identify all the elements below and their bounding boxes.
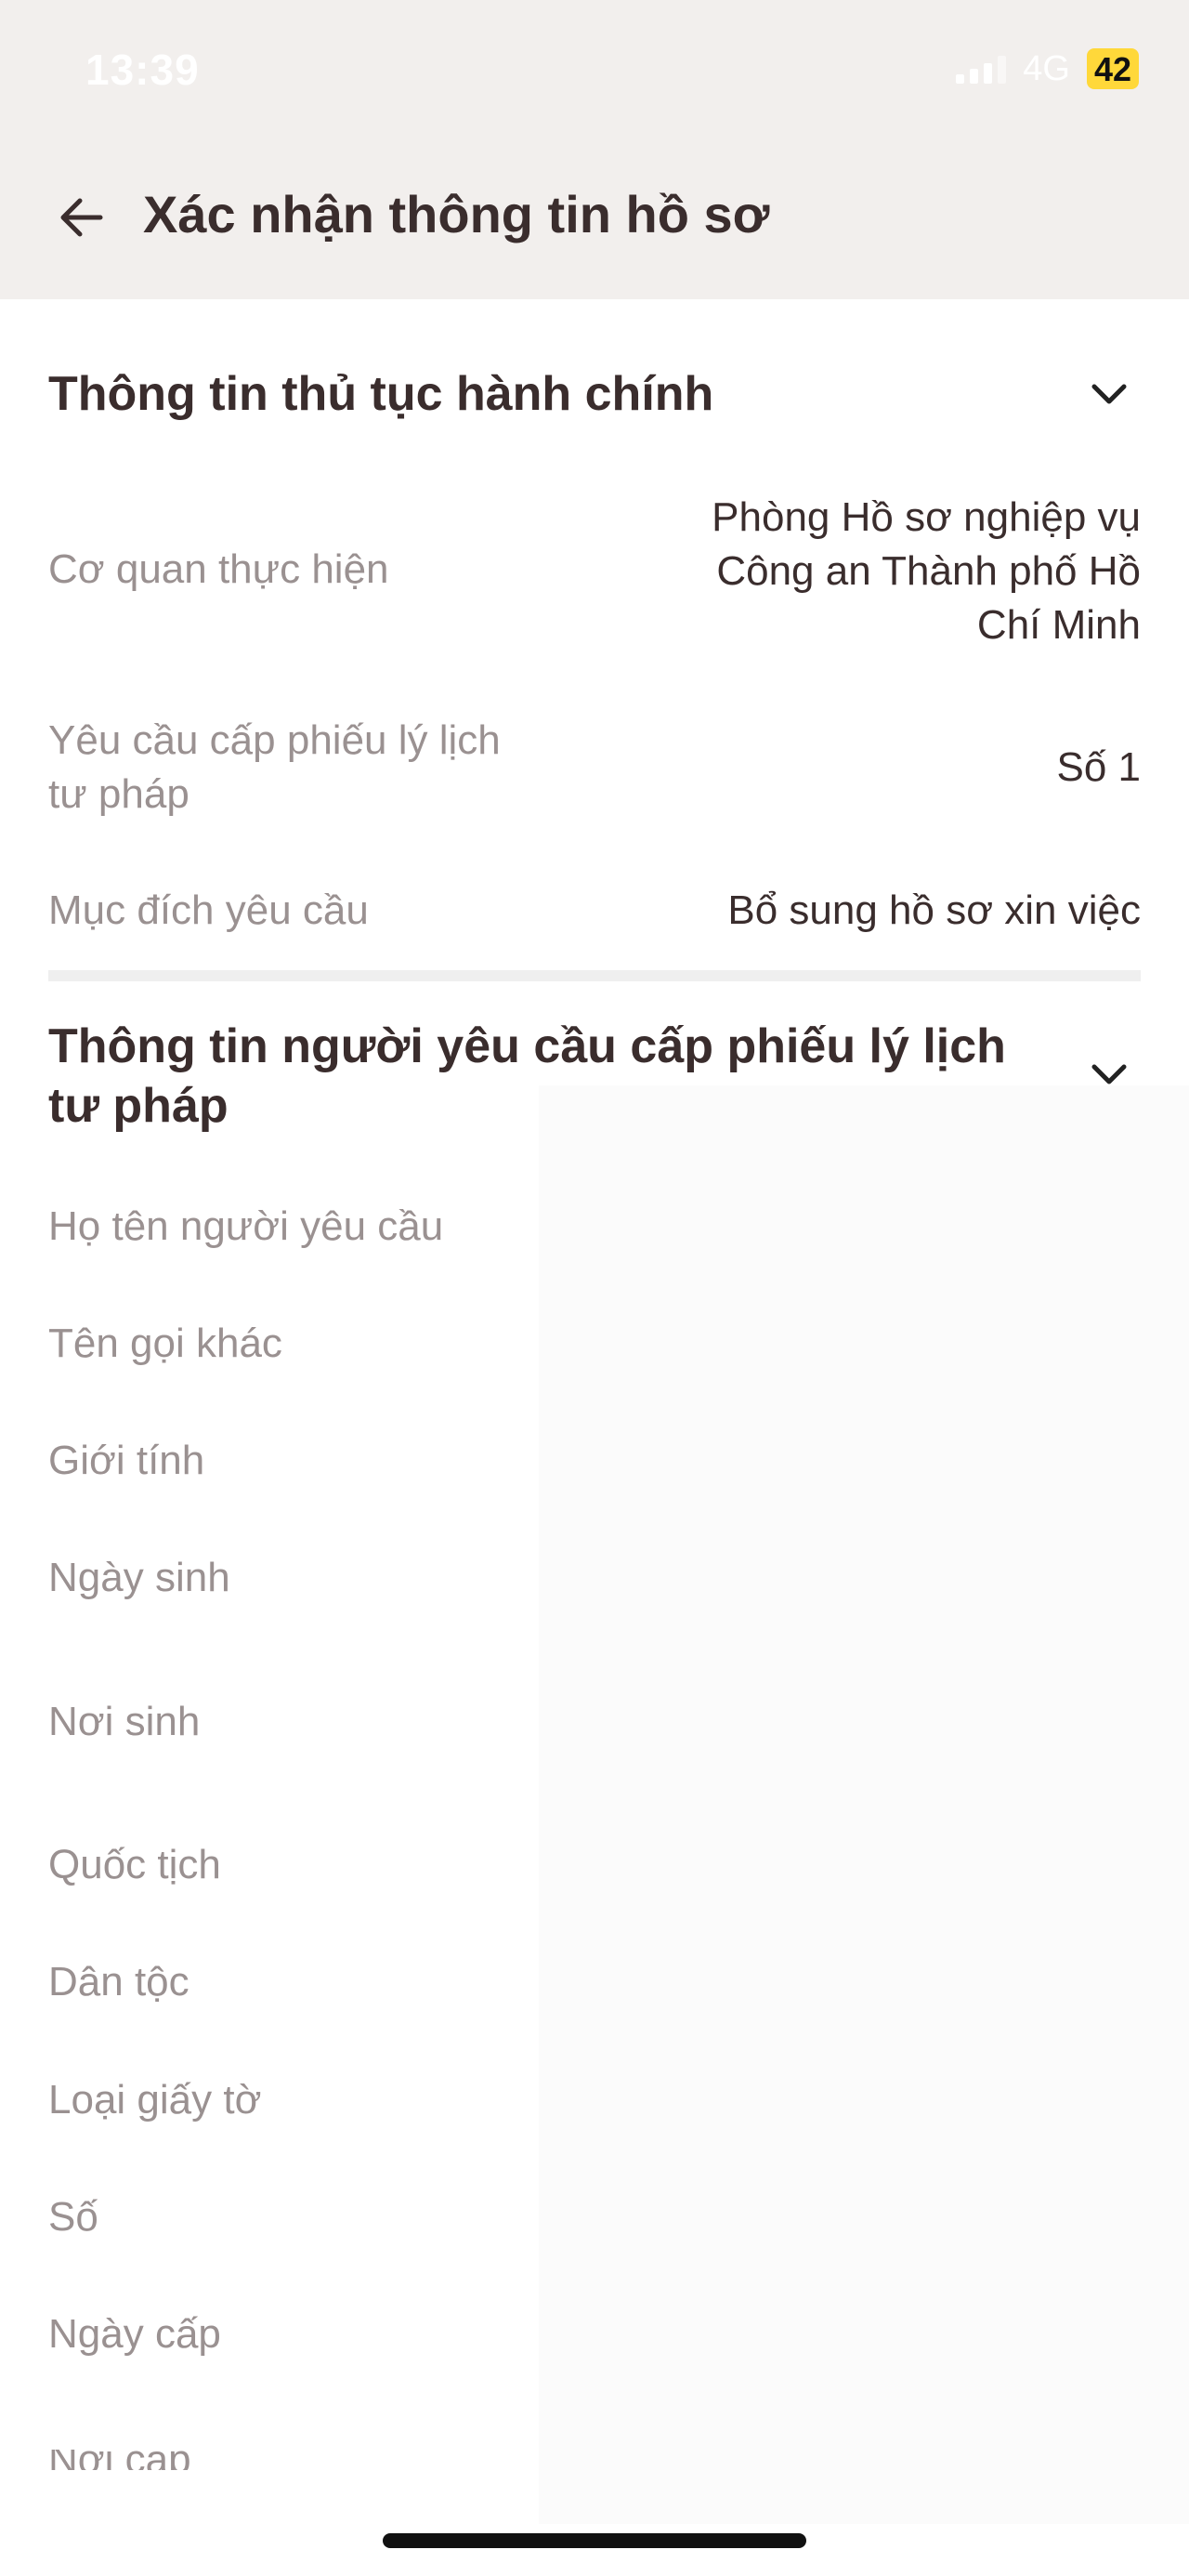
field-label-purpose: Mục đích yêu cầu bbox=[48, 887, 369, 933]
field-label-alias: Tên gọi khác bbox=[48, 1321, 282, 1366]
app-header: 13:39 4G 42 Xác nhận thông tin hồ sơ bbox=[0, 0, 1189, 299]
screen: 13:39 4G 42 Xác nhận thông tin hồ sơ Thô… bbox=[0, 0, 1189, 2576]
battery-level: 42 bbox=[1086, 48, 1139, 89]
network-label: 4G bbox=[1023, 48, 1070, 88]
chevron-down-icon[interactable] bbox=[1087, 372, 1131, 416]
field-label-request-type: Yêu cầu cấp phiếu lý lịch tư pháp bbox=[48, 714, 501, 821]
field-value-request-type: Số 1 bbox=[1056, 744, 1141, 790]
cut-label-text: Nơi cấp bbox=[48, 2450, 191, 2470]
signal-icon bbox=[956, 54, 1007, 84]
page-title: Xác nhận thông tin hồ sơ bbox=[143, 185, 770, 243]
redacted-values-area bbox=[539, 1085, 1189, 2524]
field-label-nationality: Quốc tịch bbox=[48, 1842, 221, 1887]
field-label-gender: Giới tính bbox=[48, 1438, 205, 1483]
label-line: tư pháp bbox=[48, 771, 189, 817]
value-line: Công an Thành phố Hồ bbox=[716, 548, 1141, 594]
title-line: Thông tin người yêu cầu cấp phiếu lý lịc… bbox=[48, 1019, 1006, 1073]
field-label-birthplace: Nơi sinh bbox=[48, 1699, 201, 1744]
field-label-doc-type: Loại giấy tờ bbox=[48, 2077, 262, 2123]
arrow-left-icon[interactable] bbox=[54, 190, 110, 245]
field-label-ethnicity: Dân tộc bbox=[48, 1959, 189, 2004]
field-label-full-name: Họ tên người yêu cầu bbox=[48, 1203, 444, 1249]
field-value-purpose: Bổ sung hồ sơ xin việc bbox=[727, 887, 1141, 933]
field-label-doc-number: Số bbox=[48, 2194, 98, 2240]
value-line: Chí Minh bbox=[976, 602, 1141, 648]
section-title-admin: Thông tin thủ tục hành chính bbox=[48, 367, 714, 421]
value-line: Phòng Hồ sơ nghiệp vụ bbox=[712, 494, 1141, 540]
field-label-dob: Ngày sinh bbox=[48, 1555, 230, 1600]
field-label-agency: Cơ quan thực hiện bbox=[48, 546, 389, 592]
status-time: 13:39 bbox=[85, 46, 200, 94]
field-label-issue-date: Ngày cấp bbox=[48, 2311, 221, 2357]
home-indicator[interactable] bbox=[383, 2533, 806, 2548]
label-line: Yêu cầu cấp phiếu lý lịch bbox=[48, 717, 501, 763]
section-divider bbox=[48, 970, 1141, 981]
field-label-issue-place: Nơi cấp bbox=[48, 2450, 191, 2470]
field-value-agency: Phòng Hồ sơ nghiệp vụ Công an Thành phố … bbox=[712, 491, 1141, 652]
status-indicators: 4G 42 bbox=[956, 48, 1139, 89]
